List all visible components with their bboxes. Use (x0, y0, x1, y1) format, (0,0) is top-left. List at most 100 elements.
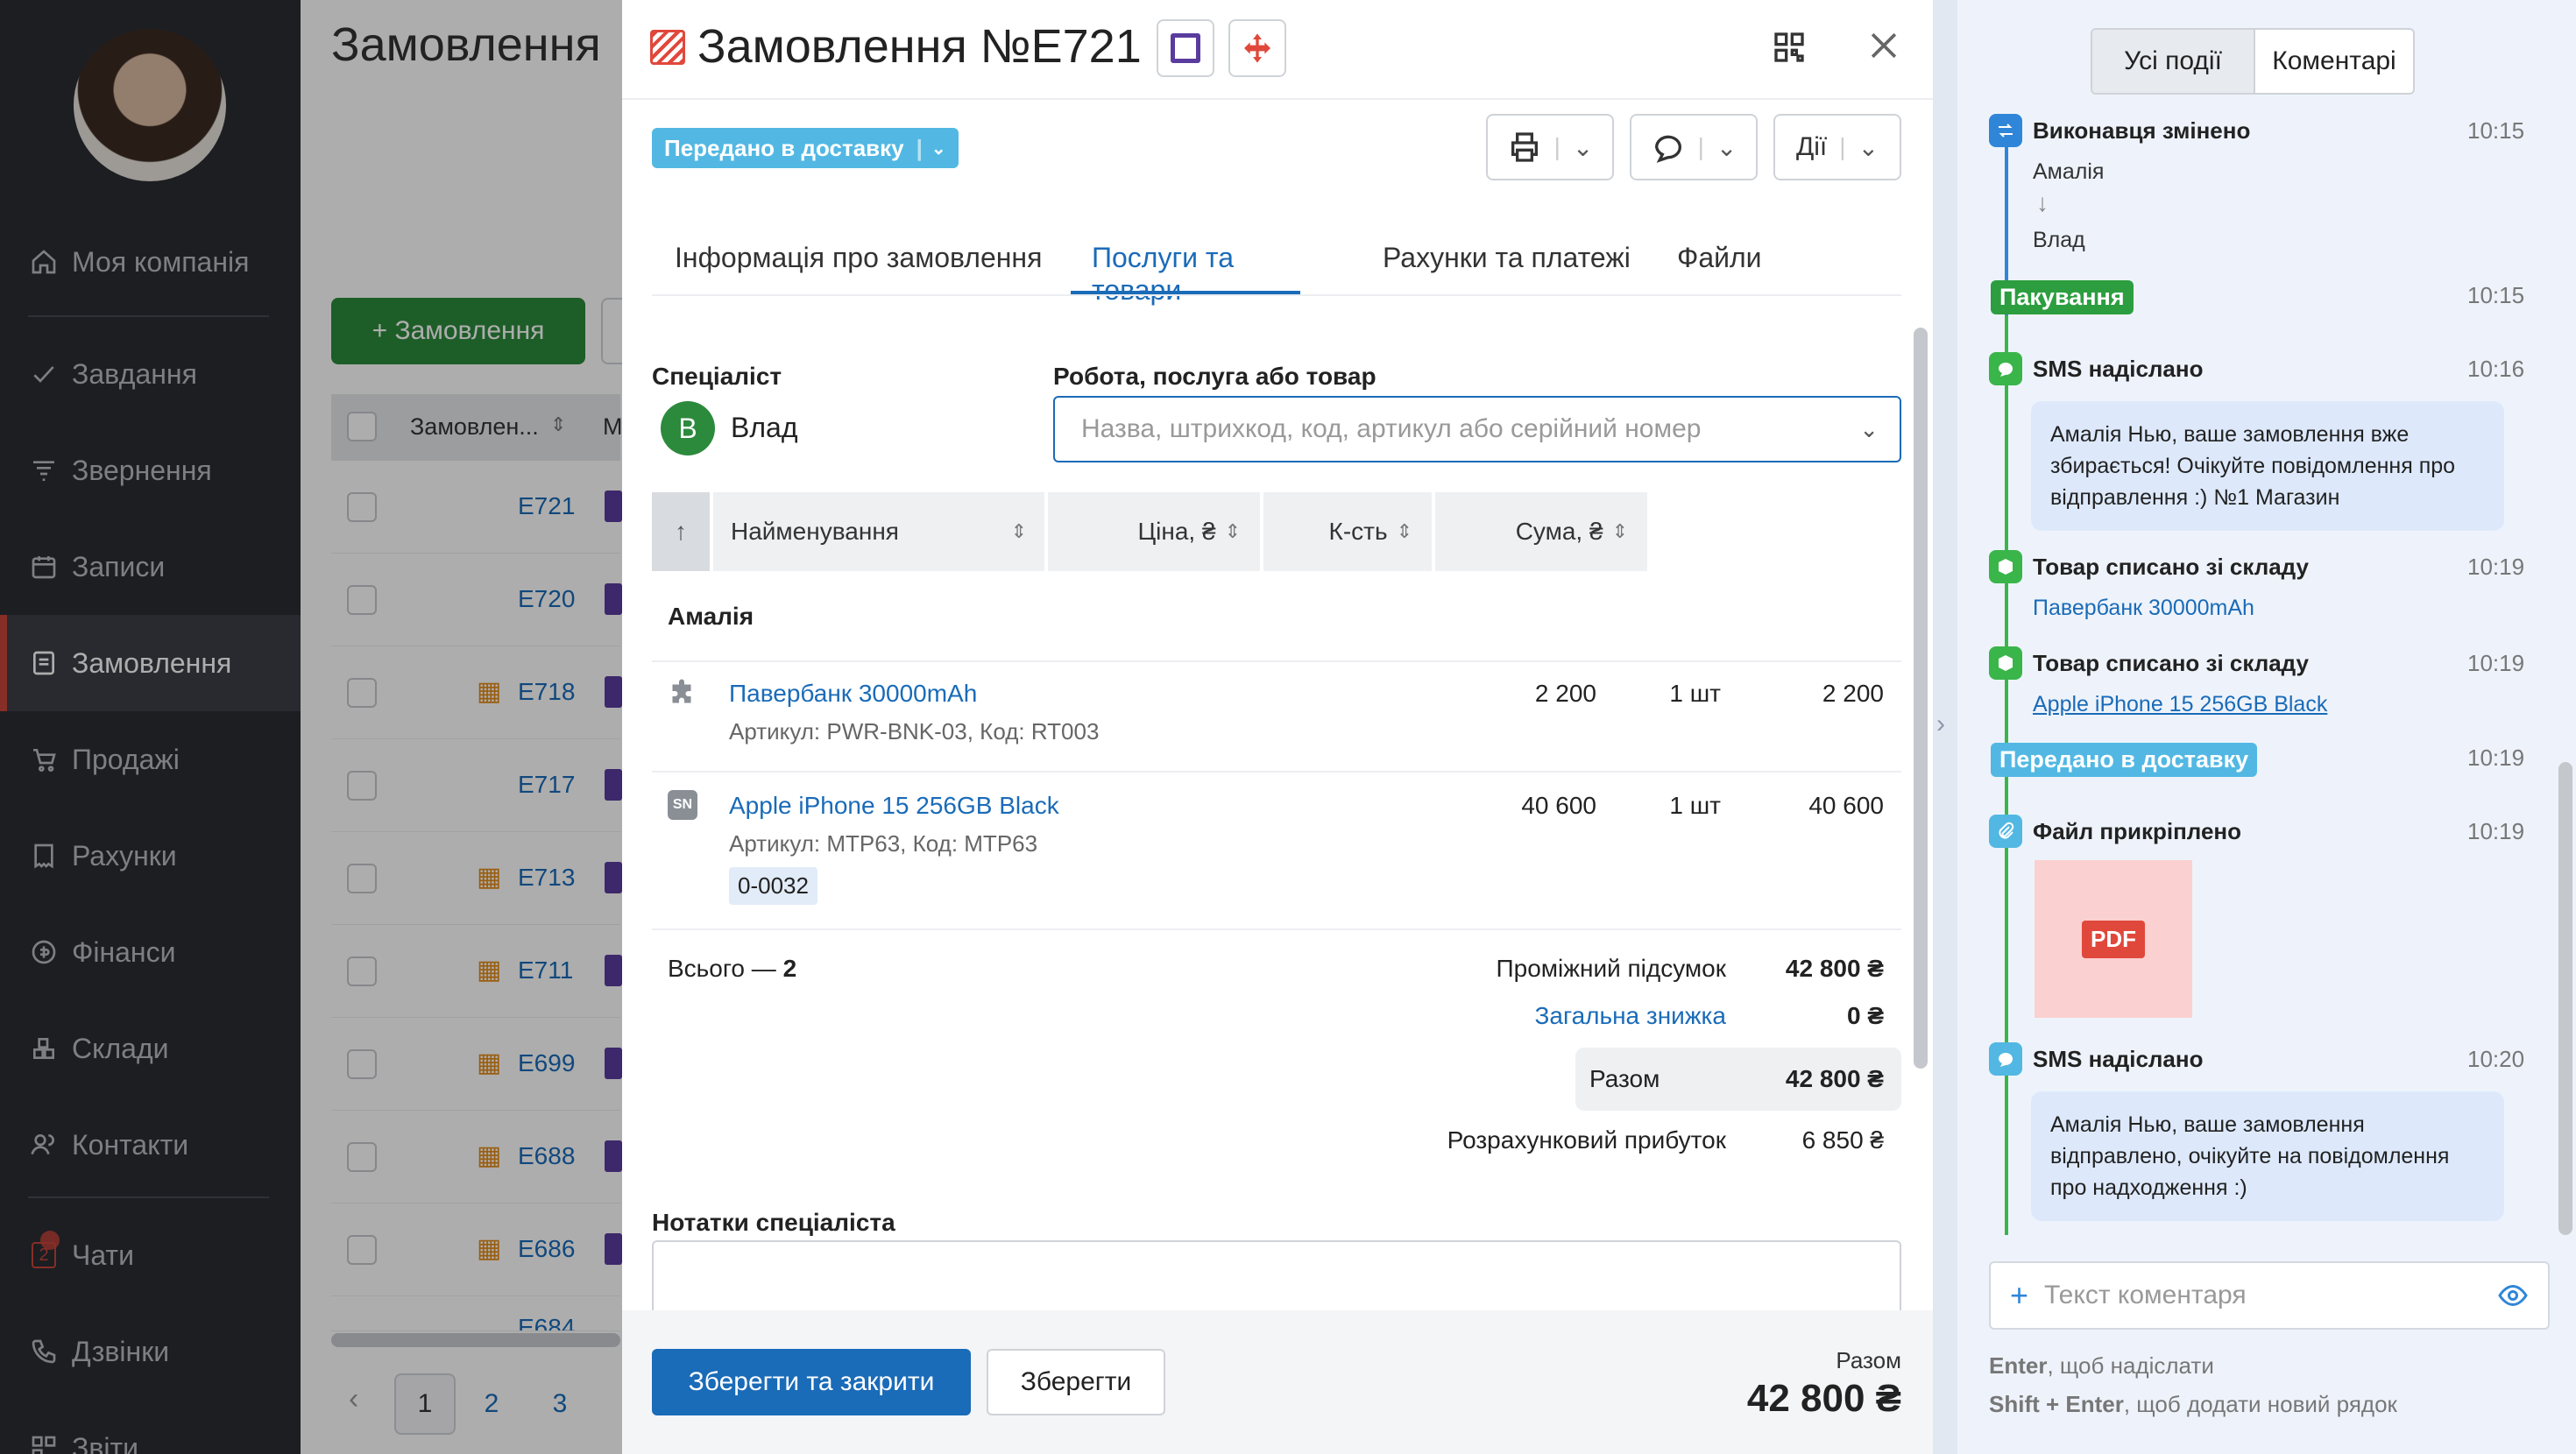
order-number-link[interactable]: E713 (518, 864, 575, 892)
table-row[interactable]: E721 (331, 461, 622, 554)
item-price[interactable]: 40 600 (1439, 792, 1596, 820)
tab-files[interactable]: Файли (1677, 242, 1762, 294)
close-icon[interactable] (1865, 26, 1903, 71)
table-row[interactable]: ▦ E699 (331, 1018, 622, 1111)
sidebar-item-finance[interactable]: Фінанси (0, 904, 301, 1000)
sidebar-item-warehouses[interactable]: Склади (0, 1000, 301, 1097)
page-button-2[interactable]: 2 (461, 1373, 522, 1435)
select-all-checkbox[interactable] (347, 412, 377, 441)
events-scrollbar[interactable] (2558, 762, 2572, 1235)
sidebar-item-tasks[interactable]: Завдання (0, 326, 301, 422)
sidebar-item-contacts[interactable]: Контакти (0, 1097, 301, 1193)
table-row[interactable]: E684 (331, 1296, 620, 1331)
tab-order-info[interactable]: Інформація про замовлення (675, 242, 1042, 294)
eye-icon[interactable] (2497, 1280, 2529, 1311)
pdf-attachment[interactable]: PDF (2035, 860, 2192, 1018)
row-checkbox[interactable] (347, 678, 377, 708)
item-qty[interactable]: 1 шт (1621, 680, 1721, 708)
sidebar-item-requests[interactable]: Звернення (0, 422, 301, 519)
message-button[interactable]: | ⌄ (1630, 114, 1758, 180)
order-number-link[interactable]: E684 (518, 1314, 575, 1330)
order-number-link[interactable]: E699 (518, 1049, 575, 1077)
table-row[interactable]: ▦ E711 (331, 925, 622, 1018)
item-name-link[interactable]: Apple iPhone 15 256GB Black (729, 792, 1059, 820)
row-checkbox[interactable] (347, 1049, 377, 1079)
avatar[interactable] (74, 29, 226, 181)
table-row[interactable]: E720 (331, 554, 622, 646)
order-number-link[interactable]: E717 (518, 771, 575, 799)
sort-up-button[interactable]: ↑ (652, 492, 710, 571)
sidebar-item-sales[interactable]: Продажі (0, 711, 301, 808)
comment-input[interactable]: + Текст коментаря (1989, 1261, 2550, 1330)
notes-textarea[interactable] (652, 1240, 1901, 1319)
order-number-link[interactable]: E688 (518, 1142, 575, 1170)
save-button[interactable]: Зберегти (987, 1349, 1165, 1415)
row-checkbox[interactable] (347, 492, 377, 522)
sidebar-item-calls[interactable]: Дзвінки (0, 1303, 301, 1400)
sidebar-item-reports[interactable]: Звіти (0, 1400, 301, 1454)
order-number-link[interactable]: E718 (518, 678, 575, 706)
product-link[interactable]: Apple iPhone 15 256GB Black (2033, 692, 2327, 717)
qr-code-icon[interactable] (1772, 30, 1807, 71)
sidebar-item-appointments[interactable]: Записи (0, 519, 301, 615)
table-row[interactable]: ▦ E688 (331, 1111, 622, 1203)
table-row[interactable]: ▦ E713 (331, 832, 622, 925)
product-link[interactable]: Павербанк 30000mAh (2033, 596, 2254, 621)
column-price[interactable]: Ціна, ₴ ⇕ (1048, 492, 1260, 571)
tab-invoices-payments[interactable]: Рахунки та платежі (1383, 242, 1631, 294)
chevron-right-icon[interactable]: › (1936, 709, 1945, 739)
page-button-3[interactable]: 3 (529, 1373, 591, 1435)
horizontal-scrollbar[interactable] (331, 1333, 620, 1347)
save-and-close-button[interactable]: Зберегти та закрити (652, 1349, 971, 1415)
event-title: Виконавця змінено (2033, 117, 2251, 144)
order-number-link[interactable]: E720 (518, 585, 575, 613)
row-checkbox[interactable] (347, 956, 377, 986)
row-checkbox[interactable] (347, 1235, 377, 1265)
item-price[interactable]: 2 200 (1439, 680, 1596, 708)
prev-page-icon[interactable]: ‹ (349, 1382, 358, 1416)
new-order-button[interactable]: + Замовлення (331, 298, 585, 364)
item-sum: 40 600 (1808, 792, 1884, 819)
sidebar-item-company[interactable]: Моя компанія (0, 214, 301, 310)
serial-number-tag[interactable]: 0-0032 (729, 867, 817, 905)
hint-key: Shift + Enter (1989, 1391, 2124, 1417)
divider (652, 771, 1901, 773)
row-checkbox[interactable] (347, 585, 377, 615)
order-number-link[interactable]: E686 (518, 1235, 575, 1263)
tab-all-events[interactable]: Усі події (2092, 30, 2254, 93)
modal-scrollbar[interactable] (1914, 328, 1928, 1069)
row-checkbox[interactable] (347, 1142, 377, 1172)
status-dropdown[interactable]: Передано в доставку | ⌄ (652, 128, 959, 168)
row-checkbox[interactable] (347, 864, 377, 893)
row-checkbox[interactable] (347, 771, 377, 801)
discount-link[interactable]: Загальна знижка (1306, 1002, 1726, 1030)
print-button[interactable]: | ⌄ (1486, 114, 1614, 180)
table-row[interactable]: ▦ E686 (331, 1203, 622, 1296)
sidebar-item-invoices[interactable]: Рахунки (0, 808, 301, 904)
table-row[interactable]: E717 (331, 739, 622, 832)
column-qty[interactable]: К-сть ⇕ (1263, 492, 1432, 571)
money-icon (28, 936, 60, 968)
actions-button[interactable]: Дії | ⌄ (1773, 114, 1901, 180)
tab-services-goods[interactable]: Послуги та товари (1071, 242, 1300, 306)
status-color-button[interactable] (1157, 19, 1214, 77)
sort-icon[interactable]: ⇕ (550, 413, 566, 436)
plus-icon[interactable]: + (2010, 1277, 2028, 1314)
product-search-input[interactable]: Назва, штрихкод, код, артикул або серійн… (1053, 396, 1901, 462)
column-name[interactable]: Найменування ⇕ (713, 492, 1044, 571)
order-number-link[interactable]: E721 (518, 492, 575, 520)
item-name-link[interactable]: Павербанк 30000mAh (729, 680, 977, 708)
order-number-link[interactable]: E711 (518, 956, 573, 985)
tab-comments[interactable]: Коментарі (2254, 30, 2413, 93)
column-qty-label: К-сть (1328, 518, 1388, 545)
page-button-1[interactable]: 1 (394, 1373, 456, 1435)
item-qty[interactable]: 1 шт (1621, 792, 1721, 820)
column-header-order[interactable]: Замовлен... (410, 413, 539, 441)
move-button[interactable] (1228, 19, 1286, 77)
specialist-name[interactable]: Влад (731, 412, 797, 444)
column-sum[interactable]: Сума, ₴ ⇕ (1435, 492, 1647, 571)
sidebar-item-orders[interactable]: Замовлення (0, 615, 301, 711)
sidebar-item-chats[interactable]: 2 Чати (0, 1207, 301, 1303)
orders-icon (28, 647, 60, 679)
table-row[interactable]: ▦ E718 (331, 646, 622, 739)
